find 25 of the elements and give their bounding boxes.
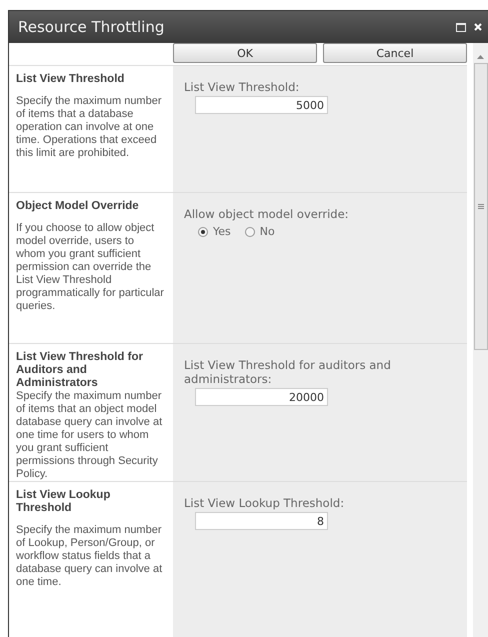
section-title: Object Model Override [16, 200, 140, 213]
section-title: List View Threshold [16, 73, 126, 86]
number-field[interactable]: 8 [195, 512, 328, 530]
number-field[interactable]: 5000 [195, 96, 328, 114]
radio-option[interactable]: No [244, 225, 275, 238]
field-label: List View Threshold: [184, 80, 300, 94]
close-icon[interactable] [474, 23, 482, 31]
field-label: List View Lookup Threshold: [184, 496, 346, 510]
field-label: Allow object model override: [184, 207, 350, 221]
radio-option[interactable]: Yes [198, 225, 231, 238]
radio-icon[interactable] [198, 226, 208, 236]
cancel-button[interactable]: Cancel [323, 43, 467, 63]
section-description: If you choose to allow object model override, users to whom you grant sufficient permission can override the List View Threshold programmatically for particular queries. [16, 222, 164, 313]
section-description: Specify the maximum number of items that an object model database query can involve at one time for users to whom you grant sufficient permissions through Security Policy. [16, 390, 164, 481]
window-title: Resource Throttling [18, 18, 166, 36]
field-label: List View Threshold for auditors and administrators: [184, 358, 392, 386]
section-description: Specify the maximum number of items that a database operation can involve at one time. Operations that exceed this limit are prohibited. [16, 95, 162, 160]
ok-button[interactable]: OK [173, 43, 317, 63]
scroll-up-icon[interactable] [477, 55, 484, 59]
maximize-icon[interactable] [456, 22, 466, 32]
section-title: List View Threshold for Auditors and Administrators [16, 351, 144, 390]
number-field[interactable]: 20000 [195, 388, 328, 406]
radio-icon[interactable] [244, 226, 255, 236]
section-description: Specify the maximum number of Lookup, Person/Group, or workflow status fields that a database query can involve at one time. [16, 524, 164, 589]
section-title: List View Lookup Threshold [16, 489, 112, 515]
